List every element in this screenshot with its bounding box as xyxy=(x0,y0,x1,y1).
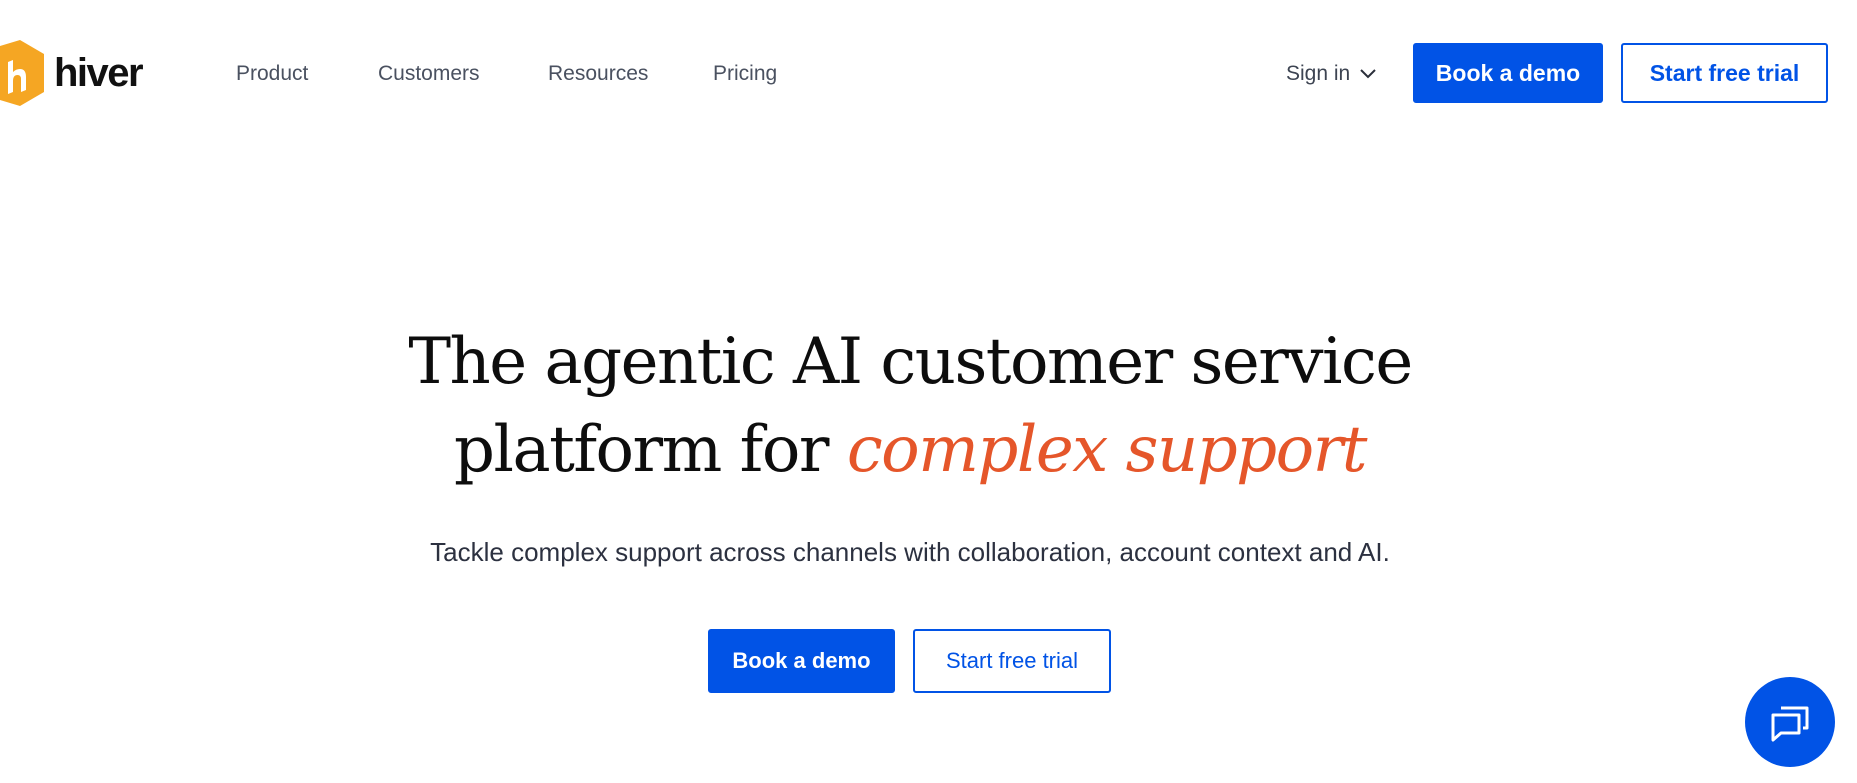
sign-in-label: Sign in xyxy=(1286,62,1351,85)
chat-bubbles-icon xyxy=(1771,706,1809,742)
hero-title-line1: The agentic AI customer service xyxy=(408,325,1413,399)
hero-title-line2: platform for xyxy=(454,413,847,487)
logo-text: hiver xyxy=(54,50,144,95)
nav-item-resources[interactable]: Resources xyxy=(548,54,648,94)
hero-start-trial-button[interactable]: Start free trial xyxy=(913,629,1111,693)
header-start-trial-button[interactable]: Start free trial xyxy=(1621,43,1828,103)
hero-title-accent: complex support xyxy=(846,413,1368,487)
sign-in-dropdown[interactable]: Sign in xyxy=(1286,54,1377,94)
hiver-logo[interactable]: hiver xyxy=(0,40,144,106)
nav-item-customers[interactable]: Customers xyxy=(378,54,480,94)
hero-book-demo-button[interactable]: Book a demo xyxy=(708,629,895,693)
hiver-logo-icon xyxy=(0,40,44,106)
hero-title: The agentic AI customer service platform… xyxy=(0,318,1820,494)
nav-item-pricing[interactable]: Pricing xyxy=(713,54,777,94)
chat-widget-button[interactable] xyxy=(1745,677,1835,767)
nav-item-product[interactable]: Product xyxy=(236,54,308,94)
site-header: hiver Product Customers Resources Pricin… xyxy=(0,0,1857,146)
hero-subtitle: Tackle complex support across channels w… xyxy=(430,537,1390,567)
chevron-down-icon xyxy=(1360,69,1376,79)
header-book-demo-button[interactable]: Book a demo xyxy=(1413,43,1603,103)
